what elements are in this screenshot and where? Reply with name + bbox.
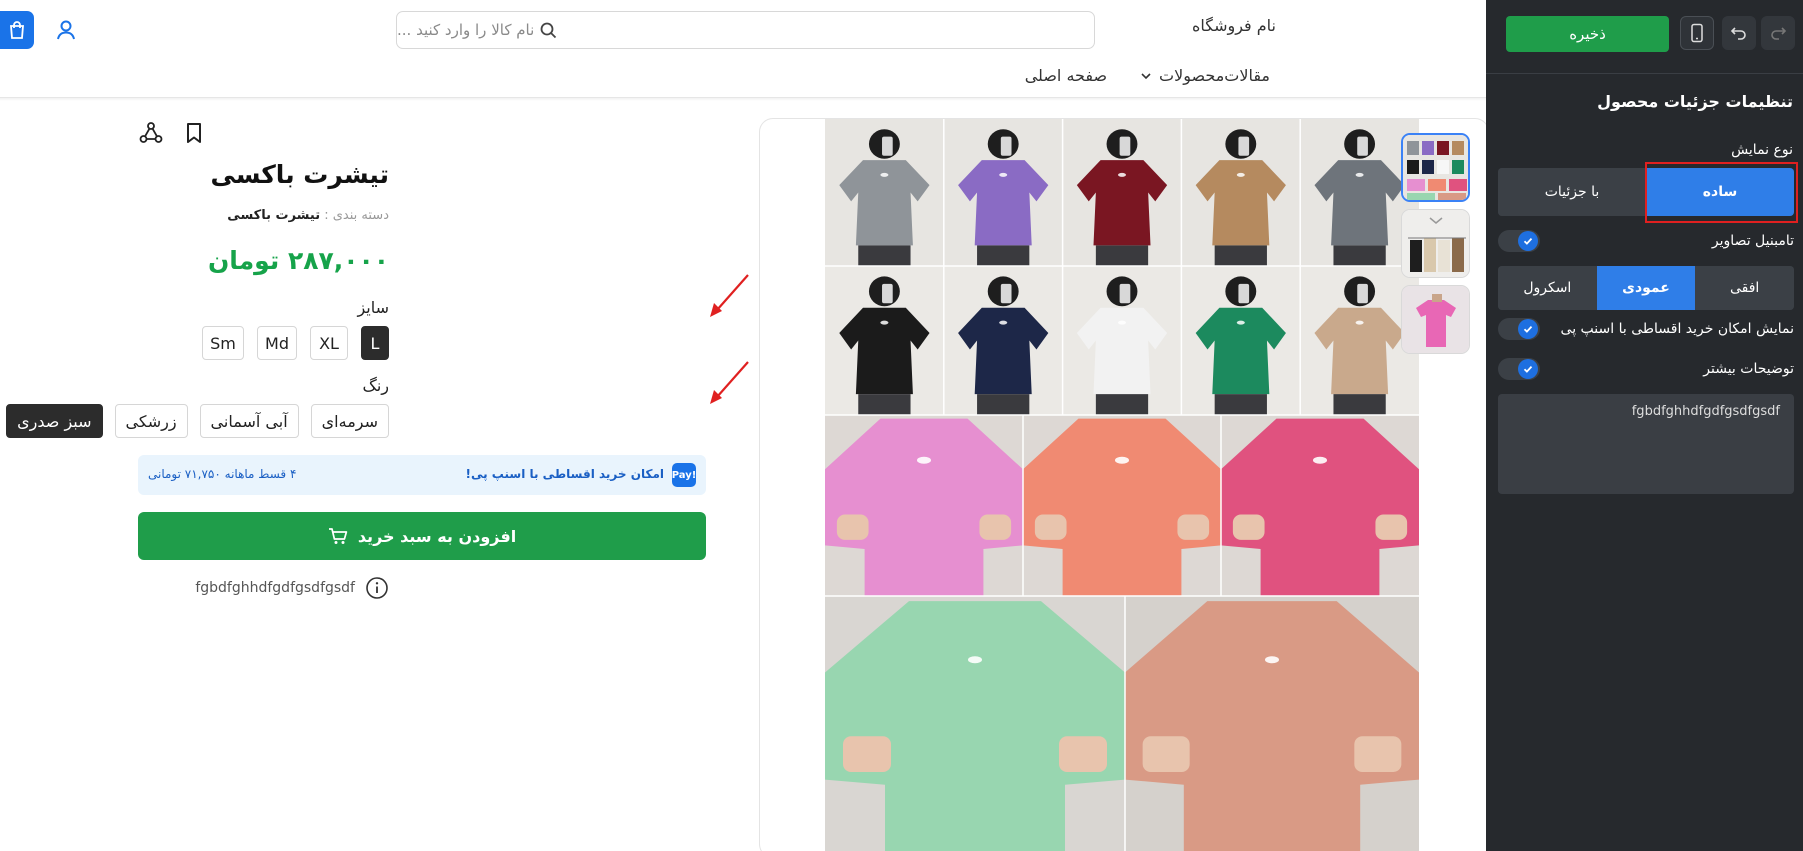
cart-icon [328,528,348,544]
annotation-arrow-size [710,274,749,317]
color-label: رنگ [362,376,390,395]
color-options: سبز صدری زرشکی آبی آسمانی سرمه‌ای [6,404,389,438]
check-icon [1518,359,1538,379]
main-nav: صفحه اصلی محصولات مقالات [993,66,1270,85]
color-option-navy[interactable]: سرمه‌ای [310,404,389,438]
product-price: ۲۸۷,۰۰۰ تومان [207,246,389,275]
color-option-green[interactable]: سبز صدری [6,404,103,438]
header-shadow [0,98,1486,101]
size-option-md[interactable]: Md [257,326,297,360]
redo-button[interactable] [1761,16,1795,50]
snappay-banner: Pay! امکان خرید اقساطی با اسنپ پی! ۴ قسط… [138,455,706,495]
thumbnail-toggle[interactable] [1498,230,1540,252]
layout-scroll[interactable]: اسکرول [1498,266,1597,310]
mobile-view-button[interactable] [1680,16,1714,50]
check-icon [1518,231,1538,251]
add-to-cart-label: افزودن به سبد خرید [357,526,517,546]
share-button[interactable] [138,120,164,146]
description-text: fgbdfghhdfgdfgsdfgsdf [195,580,355,596]
product-main-image[interactable] [825,119,1419,851]
more-desc-textarea[interactable]: fgbdfghhdfgdfgsdfgsdf [1498,394,1794,494]
share-icon [139,122,163,143]
snappay-text: امکان خرید اقساطی با اسنپ پی! [465,467,665,481]
mobile-icon [1691,23,1703,43]
check-icon [1518,319,1538,339]
nav-home[interactable]: صفحه اصلی [1025,66,1107,85]
category-value[interactable]: تیشرت باکسی [227,208,320,223]
snappay-setting-row: نمایش امکان خرید اقساطی با اسنپ پی [1498,318,1794,340]
size-option-l[interactable]: L [361,326,389,360]
thumbnail-image [1402,286,1469,353]
bookmark-button[interactable] [181,120,207,146]
nav-articles[interactable]: مقالات [1224,66,1270,85]
size-option-sm[interactable]: Sm [202,326,244,360]
layout-vertical[interactable]: عمودی [1596,266,1696,310]
product-title: تیشرت باکسی [210,160,389,189]
user-icon [57,20,75,40]
thumbnail-image [1403,135,1468,200]
color-option-sky-blue[interactable]: آبی آسمانی [199,404,299,438]
thumbnail-3[interactable] [1401,285,1470,354]
panel-divider [1486,73,1803,74]
snappay-toggle[interactable] [1498,318,1540,340]
search-bar[interactable]: نام کالا را وارد کنید ... [396,11,1095,49]
layout-horizontal[interactable]: افقی [1695,266,1794,310]
thumbnail-image [1402,210,1469,277]
cart-button[interactable] [0,11,34,49]
snappay-logo: Pay! [672,463,696,487]
thumbnail-layout-selector: افقی عمودی اسکرول [1498,266,1794,310]
store-name[interactable]: نام فروشگاه [1192,16,1276,35]
size-options: L XL Md Sm [202,326,389,360]
undo-button[interactable] [1722,16,1756,50]
product-collage-image [825,119,1419,851]
thumbnail-1[interactable] [1401,133,1470,202]
save-button[interactable]: ذخیره [1506,16,1669,52]
undo-icon [1730,27,1746,40]
product-category: دسته بندی : تیشرت باکسی [227,208,389,223]
bookmark-icon [187,123,201,143]
nav-products-label: محصولات [1159,66,1225,85]
store-preview: نام کالا را وارد کنید ... نام فروشگاه صف… [0,0,1486,851]
shopping-bag-icon [10,21,24,39]
panel-title: تنظیمات جزئیات محصول [1597,92,1793,111]
thumbnail-2[interactable] [1401,209,1470,278]
more-desc-label: توضیحات بیشتر [1703,361,1794,377]
more-description: fgbdfghhdfgdfgsdfgsdf [195,576,389,600]
display-type-detailed[interactable]: با جزئیات [1498,168,1646,216]
search-icon [540,22,557,38]
thumbnail-setting-row: تامبنیل تصاویر [1498,230,1794,252]
user-account-button[interactable] [50,14,82,46]
add-to-cart-button[interactable]: افزودن به سبد خرید [138,512,706,560]
highlight-box [1645,162,1798,223]
color-option-burgundy[interactable]: زرشکی [114,404,188,438]
size-label: سایز [357,298,389,317]
display-type-label: نوع نمایش [1731,142,1793,158]
size-option-xl[interactable]: XL [310,326,348,360]
category-label: دسته بندی : [324,208,389,223]
more-desc-toggle[interactable] [1498,358,1540,380]
annotation-arrow-color [710,361,749,404]
search-placeholder: نام کالا را وارد کنید ... [397,21,535,39]
nav-products[interactable]: محصولات [1139,66,1224,85]
more-desc-setting-row: توضیحات بیشتر [1498,358,1794,380]
snappay-installment: ۴ قسط ماهانه ۷۱,۷۵۰ تومانی [148,467,297,481]
snappay-toggle-label: نمایش امکان خرید اقساطی با اسنپ پی [1560,321,1794,337]
redo-icon [1771,27,1787,40]
chevron-down-icon [1141,72,1151,79]
info-icon [366,577,388,599]
thumbnail-label: تامبنیل تصاویر [1711,233,1794,249]
